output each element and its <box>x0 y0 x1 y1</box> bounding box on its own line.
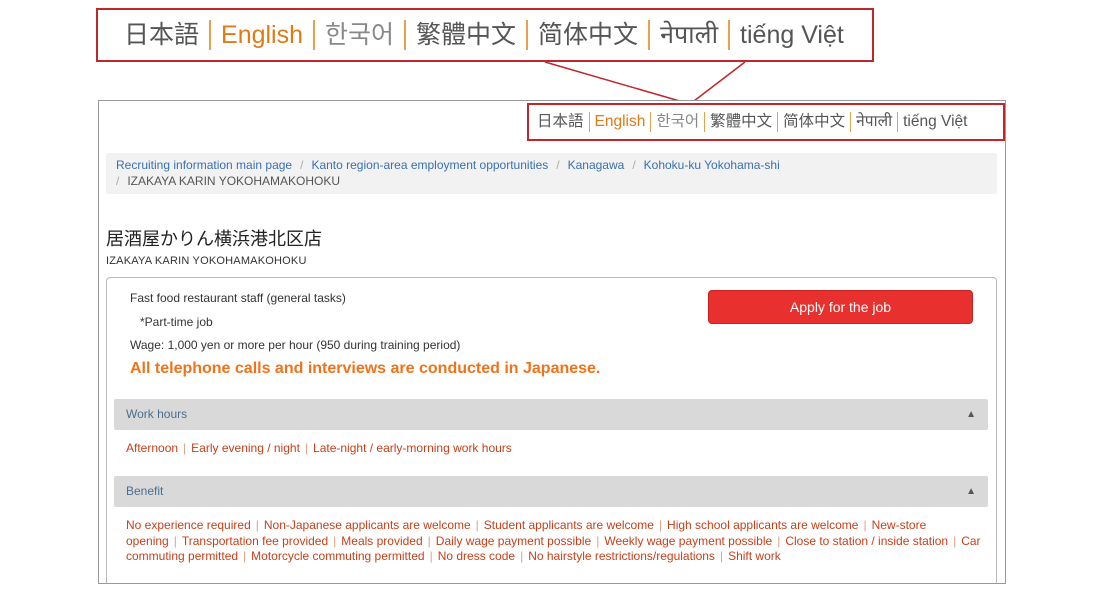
lang-nepali[interactable]: नेपाली <box>850 112 897 132</box>
benefit-header[interactable]: Benefit ▲ <box>114 476 988 507</box>
store-title: 居酒屋かりん横浜港北区店 <box>106 229 322 249</box>
callout-connector <box>544 61 746 105</box>
tag-item: Meals provided <box>341 533 423 548</box>
tag-item: Late-night / early-morning work hours <box>313 441 512 455</box>
store-subtitle: IZAKAYA KARIN YOKOHAMAKOHOKU <box>106 255 307 267</box>
job-position: Fast food restaurant staff (general task… <box>130 291 346 305</box>
breadcrumb-kanagawa[interactable]: Kanagawa <box>568 158 625 172</box>
lang-vietnamese[interactable]: tiếng Việt <box>897 112 972 132</box>
language-notice: All telephone calls and interviews are c… <box>130 360 601 377</box>
tag-item: No dress code <box>437 549 516 563</box>
breadcrumb-separator: / <box>556 158 560 172</box>
breadcrumb-separator: / <box>632 158 636 172</box>
lang-simplified-chinese[interactable]: 简体中文 <box>777 112 850 132</box>
tag-item: Student applicants are welcome <box>483 518 654 532</box>
job-wage: Wage: 1,000 yen or more per hour (950 du… <box>130 338 461 352</box>
breadcrumb-separator: / <box>116 174 120 188</box>
chevron-up-icon: ▲ <box>966 486 976 497</box>
job-page-screenshot: 日本語 English 한국어 繁體中文 简体中文 नेपाली tiếng V… <box>98 100 1006 584</box>
tag-item: No experience required <box>126 518 251 532</box>
breadcrumb-current: IZAKAYA KARIN YOKOHAMAKOHOKU <box>127 174 341 188</box>
benefit-title: Benefit <box>126 484 164 498</box>
tag-item: Weekly wage payment possible <box>604 533 773 548</box>
tag-item: Non-Japanese applicants are welcome <box>263 518 471 532</box>
work-hours-title: Work hours <box>126 407 188 421</box>
benefit-tags: No experience required | Non-Japanese appl… <box>126 518 981 563</box>
job-card: Fast food restaurant staff (general task… <box>106 277 997 583</box>
chevron-up-icon: ▲ <box>966 409 976 420</box>
job-type: *Part-time job <box>140 315 213 329</box>
tag-item: Motorcycle commuting permitted <box>251 549 425 563</box>
breadcrumb-separator: / <box>300 158 304 172</box>
apply-button[interactable]: Apply for the job <box>708 290 973 324</box>
work-hours-tags: Afternoon | Early evening / night | Late-nig… <box>126 441 512 455</box>
tag-item: Transportation fee provided <box>181 533 329 548</box>
breadcrumb-kohoku[interactable]: Kohoku-ku Yokohama-shi <box>644 158 780 172</box>
lang-traditional-chinese[interactable]: 繁體中文 <box>704 112 777 132</box>
work-hours-header[interactable]: Work hours ▲ <box>114 399 988 430</box>
breadcrumb: Recruiting information main page / Kanto r… <box>106 153 997 194</box>
lang-korean[interactable]: 한국어 <box>650 112 704 132</box>
breadcrumb-main-page[interactable]: Recruiting information main page <box>116 158 292 172</box>
language-selector: 日本語 English 한국어 繁體中文 简体中文 नेपाली tiếng V… <box>527 103 1005 141</box>
tag-item: Shift work <box>728 549 781 563</box>
tag-item: No hairstyle restrictions/regulations <box>528 549 715 563</box>
breadcrumb-kanto[interactable]: Kanto region-area employment opportuniti… <box>311 158 548 172</box>
lang-japanese[interactable]: 日本語 <box>532 112 589 132</box>
tag-item: Afternoon <box>126 441 179 455</box>
tag-item: Early evening / night <box>191 441 300 455</box>
tag-item: Daily wage payment possible <box>435 533 592 548</box>
tag-item: High school applicants are welcome <box>667 518 859 532</box>
tag-item: Close to station / inside station <box>785 533 949 548</box>
lang-english[interactable]: English <box>588 112 651 132</box>
